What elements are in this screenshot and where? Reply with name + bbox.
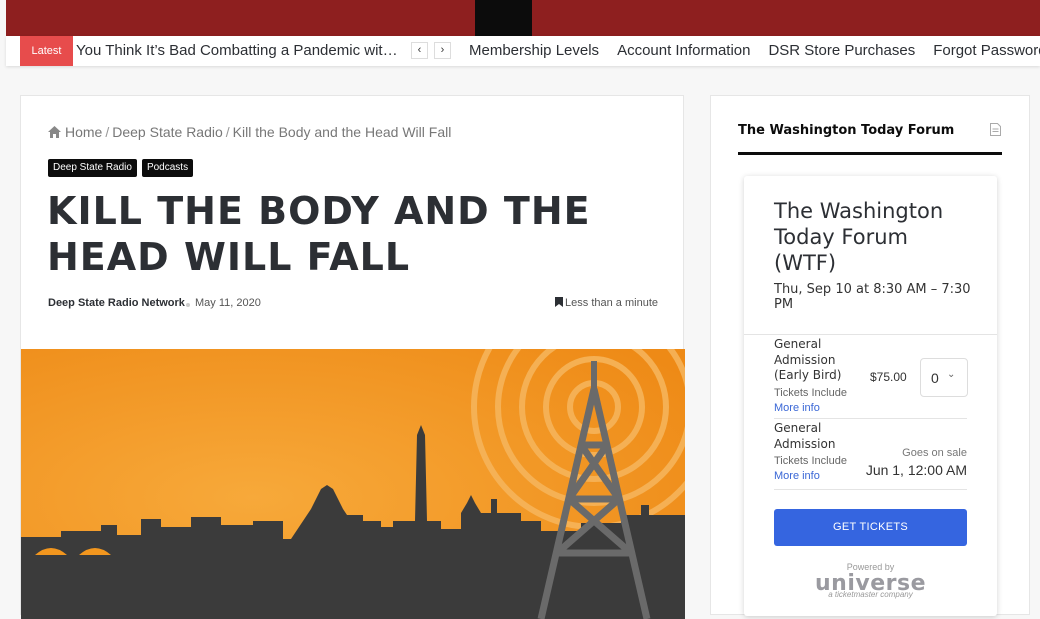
ticker-next-button[interactable]: ›: [434, 42, 451, 59]
breadcrumb-section-link[interactable]: Deep State Radio: [112, 124, 223, 140]
quantity-value: 0: [931, 370, 939, 386]
home-icon: [48, 126, 61, 138]
ticket-tier: General Admission (Early Bird) Tickets I…: [774, 337, 968, 414]
divider: [774, 489, 967, 490]
category-tag-deep-state-radio[interactable]: Deep State Radio: [48, 159, 137, 177]
divider: [774, 418, 967, 419]
tier-price: $75.00: [870, 370, 907, 384]
article-hero-image: [21, 349, 685, 619]
author-link[interactable]: Deep State Radio Network: [48, 297, 185, 309]
breadcrumb-separator: /: [225, 124, 230, 140]
divider: [744, 334, 997, 335]
widget-title-underline: [738, 152, 1002, 155]
breadcrumb-current: Kill the Body and the Head Will Fall: [232, 124, 452, 140]
sidebar: The Washington Today Forum The Washingto…: [710, 95, 1030, 616]
ticketmaster-subtext: a ticketmaster company: [828, 590, 913, 599]
event-name: The Washington Today Forum (WTF): [774, 199, 944, 275]
ticket-widget: The Washington Today Forum (WTF) Thu, Se…: [744, 176, 997, 616]
get-tickets-button[interactable]: GET TICKETS: [774, 509, 967, 546]
nav-link-membership-levels[interactable]: Membership Levels: [469, 36, 599, 66]
article-meta: Deep State Radio Network May 11, 2020 Le…: [48, 297, 658, 313]
header-logo-block[interactable]: [475, 0, 532, 36]
read-time: Less than a minute: [555, 297, 658, 309]
news-ticker-link[interactable]: You Think It’s Bad Combatting a Pandemic…: [76, 36, 401, 66]
document-icon: [990, 123, 1001, 136]
widget-title: The Washington Today Forum: [738, 123, 955, 138]
ticket-tier: General Admission Tickets Include More i…: [774, 421, 967, 482]
ticker-prev-button[interactable]: ‹: [411, 42, 428, 59]
tier-name: General Admission: [774, 421, 836, 451]
nav-links: Membership Levels Account Information DS…: [469, 36, 1040, 66]
category-tag-podcasts[interactable]: Podcasts: [141, 159, 194, 177]
publish-date: May 11, 2020: [195, 297, 261, 309]
chevron-left-icon: ‹: [417, 44, 422, 56]
meta-dot: [186, 303, 190, 307]
breadcrumb: Home / Deep State Radio / Kill the Body and …: [48, 124, 451, 140]
top-nav-bar: Latest You Think It’s Bad Combatting a P…: [6, 36, 1040, 66]
tier-name: General Admission (Early Bird): [774, 337, 842, 382]
nav-link-forgot-password[interactable]: Forgot Password?: [933, 36, 1040, 66]
nav-link-dsr-store-purchases[interactable]: DSR Store Purchases: [768, 36, 915, 66]
more-info-link[interactable]: More info: [774, 402, 967, 414]
chevron-right-icon: ›: [440, 44, 445, 56]
sale-date: Jun 1, 12:00 AM: [865, 462, 967, 478]
article-title: KILL THE BODY AND THE HEAD WILL FALL: [47, 189, 591, 279]
latest-badge: Latest: [20, 36, 73, 66]
category-tags: Deep State Radio Podcasts: [48, 159, 194, 177]
nav-link-account-information[interactable]: Account Information: [617, 36, 750, 66]
bookmark-icon: [555, 297, 564, 307]
article-card: Home / Deep State Radio / Kill the Body and …: [20, 95, 685, 619]
event-datetime: Thu, Sep 10 at 8:30 AM – 7:30 PM: [774, 282, 971, 312]
chevron-down-icon: ⌄: [947, 369, 956, 380]
sale-label: Goes on sale: [902, 447, 967, 459]
read-time-text: Less than a minute: [565, 297, 658, 309]
quantity-select[interactable]: 0 ⌄: [920, 358, 968, 397]
site-header: [0, 0, 1040, 36]
breadcrumb-home-link[interactable]: Home: [65, 124, 102, 140]
breadcrumb-separator: /: [105, 124, 110, 140]
